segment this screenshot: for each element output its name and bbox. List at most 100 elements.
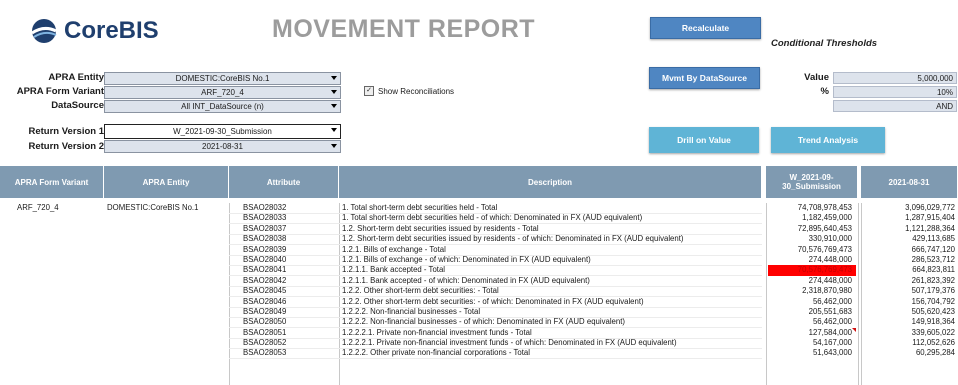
- cell-variant[interactable]: [17, 265, 105, 275]
- threshold-logic-select[interactable]: AND: [833, 100, 957, 112]
- table-row[interactable]: BSAO28050 1.2.2.2. Non-financial business…: [0, 317, 958, 329]
- cell-version-1[interactable]: 72,895,640,453: [768, 224, 856, 234]
- cell-version-2[interactable]: 3,096,029,772: [863, 203, 958, 213]
- cell-version-1[interactable]: 1,182,459,000: [768, 213, 856, 223]
- trend-analysis-button[interactable]: Trend Analysis: [771, 127, 885, 153]
- show-reconciliations-toggle[interactable]: ✓ Show Reconciliations: [364, 86, 454, 96]
- cell-variant[interactable]: [17, 213, 105, 223]
- cell-description[interactable]: 1.2.2.2. Other private non-financial cor…: [342, 348, 762, 358]
- mvmt-by-datasource-button[interactable]: Mvmt By DataSource: [649, 67, 760, 89]
- cell-version-2[interactable]: 666,747,120: [863, 245, 958, 255]
- datasource-select[interactable]: All INT_DataSource (n): [104, 100, 341, 113]
- column-header-description[interactable]: Description: [339, 166, 762, 198]
- table-row[interactable]: BSAO28038 1.2. Short-term debt securities…: [0, 234, 958, 246]
- column-header-version-1[interactable]: W_2021-09-30_Submission: [766, 166, 858, 198]
- table-row[interactable]: BSAO28041 1.2.1.1. Bank accepted - Total 7…: [0, 265, 958, 277]
- cell-entity[interactable]: [107, 213, 222, 223]
- cell-entity[interactable]: [107, 245, 222, 255]
- cell-description[interactable]: 1.2.1. Bills of exchange - Total: [342, 245, 762, 255]
- cell-description[interactable]: 1.2.2.2.1. Private non-financial investm…: [342, 338, 762, 348]
- cell-entity[interactable]: [107, 234, 222, 244]
- cell-attribute[interactable]: BSAO28050: [243, 317, 333, 327]
- cell-entity[interactable]: [107, 348, 222, 358]
- cell-version-1[interactable]: 54,167,000: [768, 338, 856, 348]
- cell-version-2[interactable]: 1,121,288,364: [863, 224, 958, 234]
- checkbox-checked-icon[interactable]: ✓: [364, 86, 374, 96]
- cell-entity[interactable]: [107, 265, 222, 275]
- cell-version-1[interactable]: 70,576,769,473: [768, 245, 856, 255]
- cell-variant[interactable]: [17, 224, 105, 234]
- cell-attribute[interactable]: BSAO28033: [243, 213, 333, 223]
- cell-entity[interactable]: [107, 328, 222, 338]
- table-row[interactable]: BSAO28042 1.2.1.1. Bank accepted - of whi…: [0, 276, 958, 287]
- cell-description[interactable]: 1.2.1.1. Bank accepted - of which: Denom…: [342, 276, 762, 286]
- cell-variant[interactable]: [17, 317, 105, 327]
- cell-version-2[interactable]: 505,620,423: [863, 307, 958, 317]
- table-row[interactable]: BSAO28049 1.2.2.2. Non-financial business…: [0, 307, 958, 318]
- cell-version-1[interactable]: 51,643,000: [768, 348, 856, 358]
- cell-version-2[interactable]: 149,918,364: [863, 317, 958, 327]
- cell-variant[interactable]: [17, 338, 105, 348]
- apra-entity-select[interactable]: DOMESTIC:CoreBIS No.1: [104, 72, 341, 85]
- cell-version-1[interactable]: 127,584,000: [768, 327, 856, 338]
- form-variant-select[interactable]: ARF_720_4: [104, 86, 341, 99]
- cell-attribute[interactable]: BSAO28032: [243, 203, 333, 213]
- cell-attribute[interactable]: BSAO28042: [243, 276, 333, 286]
- cell-attribute[interactable]: BSAO28040: [243, 255, 333, 265]
- cell-entity[interactable]: [107, 276, 222, 286]
- table-row[interactable]: BSAO28037 1.2. Short-term debt securities…: [0, 224, 958, 235]
- cell-description[interactable]: 1. Total short-term debt securities held…: [342, 203, 762, 213]
- cell-version-2[interactable]: 156,704,792: [863, 297, 958, 307]
- cell-version-2[interactable]: 60,295,284: [863, 348, 958, 358]
- cell-variant[interactable]: ARF_720_4: [17, 203, 105, 213]
- cell-variant[interactable]: [17, 348, 105, 358]
- cell-description[interactable]: 1.2. Short-term debt securities issued b…: [342, 234, 762, 244]
- drill-on-value-button[interactable]: Drill on Value: [649, 127, 759, 153]
- cell-entity[interactable]: [107, 317, 222, 327]
- table-row[interactable]: BSAO28046 1.2.2. Other short-term debt se…: [0, 297, 958, 308]
- cell-version-2[interactable]: 339,605,022: [863, 328, 958, 338]
- cell-description[interactable]: 1.2.2. Other short-term debt securities:…: [342, 286, 762, 296]
- cell-description[interactable]: 1.2.1. Bills of exchange - of which: Den…: [342, 255, 762, 265]
- cell-version-2[interactable]: 507,179,376: [863, 286, 958, 296]
- cell-variant[interactable]: [17, 276, 105, 286]
- cell-version-1[interactable]: 274,448,000: [768, 255, 856, 265]
- cell-version-2[interactable]: 1,287,915,404: [863, 213, 958, 223]
- cell-variant[interactable]: [17, 245, 105, 255]
- table-row[interactable]: BSAO28052 1.2.2.2.1. Private non-financia…: [0, 338, 958, 350]
- cell-description[interactable]: 1.2.2. Other short-term debt securities:…: [342, 297, 762, 307]
- cell-description[interactable]: 1.2.1.1. Bank accepted - Total: [342, 265, 762, 275]
- cell-description[interactable]: 1. Total short-term debt securities held…: [342, 213, 762, 223]
- cell-entity[interactable]: [107, 286, 222, 296]
- cell-attribute[interactable]: BSAO28046: [243, 297, 333, 307]
- cell-attribute[interactable]: BSAO28053: [243, 348, 333, 358]
- threshold-value-input[interactable]: 5,000,000: [833, 72, 957, 84]
- cell-version-1[interactable]: 56,462,000: [768, 297, 856, 307]
- cell-variant[interactable]: [17, 234, 105, 244]
- cell-version-1[interactable]: 2,318,870,980: [768, 286, 856, 296]
- cell-attribute[interactable]: BSAO28037: [243, 224, 333, 234]
- cell-version-2[interactable]: 429,113,685: [863, 234, 958, 244]
- cell-attribute[interactable]: BSAO28051: [243, 328, 333, 338]
- table-row[interactable]: BSAO28040 1.2.1. Bills of exchange - of w…: [0, 255, 958, 266]
- table-row[interactable]: ARF_720_4 DOMESTIC:CoreBIS No.1 BSAO28032 1…: [0, 203, 958, 214]
- table-row[interactable]: BSAO28053 1.2.2.2. Other private non-fina…: [0, 348, 958, 360]
- cell-version-2[interactable]: 261,823,392: [863, 276, 958, 286]
- recalculate-button[interactable]: Recalculate: [650, 17, 761, 39]
- column-header-attribute[interactable]: Attribute: [229, 166, 339, 198]
- threshold-percent-input[interactable]: 10%: [833, 86, 957, 98]
- cell-entity[interactable]: [107, 297, 222, 307]
- cell-version-2[interactable]: 664,823,811: [863, 265, 958, 275]
- table-row[interactable]: BSAO28051 1.2.2.2.1. Private non-financia…: [0, 327, 958, 339]
- table-row[interactable]: BSAO28045 1.2.2. Other short-term debt se…: [0, 286, 958, 298]
- cell-variant[interactable]: [17, 255, 105, 265]
- return-version-1-select[interactable]: W_2021-09-30_Submission: [104, 124, 341, 139]
- cell-attribute[interactable]: BSAO28049: [243, 307, 333, 317]
- cell-description[interactable]: 1.2.2.2.1. Private non-financial investm…: [342, 328, 762, 338]
- cell-variant[interactable]: [17, 307, 105, 317]
- cell-variant[interactable]: [17, 297, 105, 307]
- cell-attribute[interactable]: BSAO28038: [243, 234, 333, 244]
- cell-attribute[interactable]: BSAO28041: [243, 265, 333, 275]
- table-row[interactable]: BSAO28033 1. Total short-term debt securi…: [0, 213, 958, 225]
- cell-version-1[interactable]: 70,576,769,473: [768, 265, 856, 276]
